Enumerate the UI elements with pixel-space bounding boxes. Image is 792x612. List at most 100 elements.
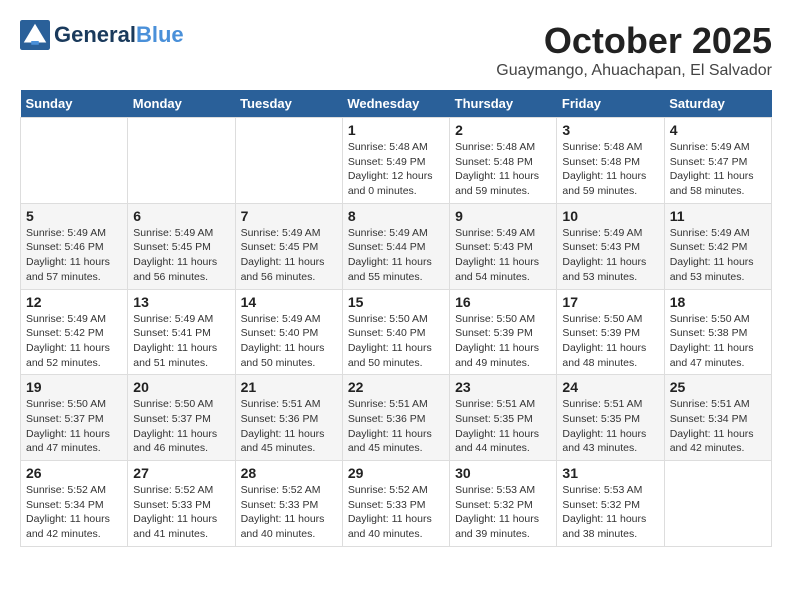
day-number: 8 (348, 208, 444, 224)
day-info: Sunrise: 5:49 AM Sunset: 5:43 PM Dayligh… (562, 226, 658, 285)
day-number: 1 (348, 122, 444, 138)
logo-icon (20, 20, 50, 50)
title-block: October 2025 Guaymango, Ahuachapan, El S… (496, 20, 772, 80)
day-info: Sunrise: 5:51 AM Sunset: 5:36 PM Dayligh… (348, 397, 444, 456)
day-info: Sunrise: 5:49 AM Sunset: 5:41 PM Dayligh… (133, 312, 229, 371)
calendar-cell: 22 Sunrise: 5:51 AM Sunset: 5:36 PM Dayli… (342, 375, 449, 461)
day-number: 13 (133, 294, 229, 310)
page-header: GeneralBlue October 2025 Guaymango, Ahua… (20, 20, 772, 80)
day-info: Sunrise: 5:49 AM Sunset: 5:47 PM Dayligh… (670, 140, 766, 199)
calendar-week-2: 5 Sunrise: 5:49 AM Sunset: 5:46 PM Daylig… (21, 203, 772, 289)
calendar-cell (21, 118, 128, 204)
calendar-cell: 12 Sunrise: 5:49 AM Sunset: 5:42 PM Dayli… (21, 289, 128, 375)
day-number: 6 (133, 208, 229, 224)
day-number: 26 (26, 465, 122, 481)
weekday-header-friday: Friday (557, 90, 664, 118)
calendar-cell: 28 Sunrise: 5:52 AM Sunset: 5:33 PM Dayli… (235, 461, 342, 547)
day-number: 14 (241, 294, 337, 310)
day-info: Sunrise: 5:50 AM Sunset: 5:38 PM Dayligh… (670, 312, 766, 371)
calendar-cell: 7 Sunrise: 5:49 AM Sunset: 5:45 PM Daylig… (235, 203, 342, 289)
calendar-cell: 23 Sunrise: 5:51 AM Sunset: 5:35 PM Dayli… (450, 375, 557, 461)
day-info: Sunrise: 5:49 AM Sunset: 5:45 PM Dayligh… (133, 226, 229, 285)
calendar-cell: 27 Sunrise: 5:52 AM Sunset: 5:33 PM Dayli… (128, 461, 235, 547)
day-number: 16 (455, 294, 551, 310)
day-number: 12 (26, 294, 122, 310)
calendar-cell: 9 Sunrise: 5:49 AM Sunset: 5:43 PM Daylig… (450, 203, 557, 289)
weekday-header-sunday: Sunday (21, 90, 128, 118)
day-info: Sunrise: 5:50 AM Sunset: 5:39 PM Dayligh… (562, 312, 658, 371)
day-number: 15 (348, 294, 444, 310)
day-number: 11 (670, 208, 766, 224)
weekday-header-tuesday: Tuesday (235, 90, 342, 118)
day-info: Sunrise: 5:49 AM Sunset: 5:45 PM Dayligh… (241, 226, 337, 285)
calendar-cell: 21Sunrise: 5:51 AM Sunset: 5:36 PM Dayli… (235, 375, 342, 461)
day-info: Sunrise: 5:49 AM Sunset: 5:42 PM Dayligh… (26, 312, 122, 371)
day-number: 9 (455, 208, 551, 224)
calendar-cell (235, 118, 342, 204)
calendar-week-4: 19 Sunrise: 5:50 AM Sunset: 5:37 PM Dayli… (21, 375, 772, 461)
day-number: 25 (670, 379, 766, 395)
day-info: Sunrise: 5:51 AM Sunset: 5:36 PM Dayligh… (241, 397, 337, 456)
logo: GeneralBlue (20, 20, 184, 50)
calendar-cell: 17 Sunrise: 5:50 AM Sunset: 5:39 PM Dayli… (557, 289, 664, 375)
day-number: 27 (133, 465, 229, 481)
day-info: Sunrise: 5:52 AM Sunset: 5:33 PM Dayligh… (133, 483, 229, 542)
day-number: 24 (562, 379, 658, 395)
day-number: 5 (26, 208, 122, 224)
day-info: Sunrise: 5:50 AM Sunset: 5:39 PM Dayligh… (455, 312, 551, 371)
day-info: Sunrise: 5:52 AM Sunset: 5:33 PM Dayligh… (241, 483, 337, 542)
day-number: 23 (455, 379, 551, 395)
day-number: 31 (562, 465, 658, 481)
day-info: Sunrise: 5:53 AM Sunset: 5:32 PM Dayligh… (562, 483, 658, 542)
weekday-header-monday: Monday (128, 90, 235, 118)
day-number: 18 (670, 294, 766, 310)
day-number: 10 (562, 208, 658, 224)
day-number: 7 (241, 208, 337, 224)
calendar-cell: 15 Sunrise: 5:50 AM Sunset: 5:40 PM Dayli… (342, 289, 449, 375)
day-info: Sunrise: 5:50 AM Sunset: 5:40 PM Dayligh… (348, 312, 444, 371)
calendar-cell: 6 Sunrise: 5:49 AM Sunset: 5:45 PM Daylig… (128, 203, 235, 289)
day-info: Sunrise: 5:52 AM Sunset: 5:34 PM Dayligh… (26, 483, 122, 542)
calendar-cell: 14 Sunrise: 5:49 AM Sunset: 5:40 PM Dayli… (235, 289, 342, 375)
day-info: Sunrise: 5:49 AM Sunset: 5:43 PM Dayligh… (455, 226, 551, 285)
day-info: Sunrise: 5:49 AM Sunset: 5:40 PM Dayligh… (241, 312, 337, 371)
calendar-cell: 4Sunrise: 5:49 AM Sunset: 5:47 PM Daylig… (664, 118, 771, 204)
calendar-cell: 25 Sunrise: 5:51 AM Sunset: 5:34 PM Dayli… (664, 375, 771, 461)
calendar-cell: 5 Sunrise: 5:49 AM Sunset: 5:46 PM Daylig… (21, 203, 128, 289)
weekday-header-wednesday: Wednesday (342, 90, 449, 118)
calendar-cell: 19 Sunrise: 5:50 AM Sunset: 5:37 PM Dayli… (21, 375, 128, 461)
weekday-row: SundayMondayTuesdayWednesdayThursdayFrid… (21, 90, 772, 118)
calendar-cell (664, 461, 771, 547)
calendar-table: SundayMondayTuesdayWednesdayThursdayFrid… (20, 90, 772, 547)
calendar-cell: 31 Sunrise: 5:53 AM Sunset: 5:32 PM Dayli… (557, 461, 664, 547)
day-info: Sunrise: 5:49 AM Sunset: 5:42 PM Dayligh… (670, 226, 766, 285)
day-info: Sunrise: 5:52 AM Sunset: 5:33 PM Dayligh… (348, 483, 444, 542)
day-info: Sunrise: 5:50 AM Sunset: 5:37 PM Dayligh… (26, 397, 122, 456)
day-info: Sunrise: 5:53 AM Sunset: 5:32 PM Dayligh… (455, 483, 551, 542)
day-info: Sunrise: 5:51 AM Sunset: 5:34 PM Dayligh… (670, 397, 766, 456)
weekday-header-saturday: Saturday (664, 90, 771, 118)
weekday-header-thursday: Thursday (450, 90, 557, 118)
day-number: 17 (562, 294, 658, 310)
day-info: Sunrise: 5:49 AM Sunset: 5:46 PM Dayligh… (26, 226, 122, 285)
calendar-cell: 20 Sunrise: 5:50 AM Sunset: 5:37 PM Dayli… (128, 375, 235, 461)
day-info: Sunrise: 5:51 AM Sunset: 5:35 PM Dayligh… (455, 397, 551, 456)
calendar-cell: 8Sunrise: 5:49 AM Sunset: 5:44 PM Daylig… (342, 203, 449, 289)
calendar-cell (128, 118, 235, 204)
logo-text: GeneralBlue (54, 23, 184, 47)
day-number: 20 (133, 379, 229, 395)
calendar-cell: 18 Sunrise: 5:50 AM Sunset: 5:38 PM Dayli… (664, 289, 771, 375)
day-info: Sunrise: 5:51 AM Sunset: 5:35 PM Dayligh… (562, 397, 658, 456)
day-info: Sunrise: 5:50 AM Sunset: 5:37 PM Dayligh… (133, 397, 229, 456)
calendar-cell: 30 Sunrise: 5:53 AM Sunset: 5:32 PM Dayli… (450, 461, 557, 547)
day-number: 30 (455, 465, 551, 481)
day-number: 28 (241, 465, 337, 481)
calendar-cell: 24 Sunrise: 5:51 AM Sunset: 5:35 PM Dayli… (557, 375, 664, 461)
day-number: 19 (26, 379, 122, 395)
day-number: 22 (348, 379, 444, 395)
calendar-week-3: 12 Sunrise: 5:49 AM Sunset: 5:42 PM Dayli… (21, 289, 772, 375)
day-info: Sunrise: 5:48 AM Sunset: 5:49 PM Dayligh… (348, 140, 444, 199)
calendar-cell: 16 Sunrise: 5:50 AM Sunset: 5:39 PM Dayli… (450, 289, 557, 375)
month-title: October 2025 (496, 20, 772, 62)
calendar-body: 1 Sunrise: 5:48 AM Sunset: 5:49 PM Daylig… (21, 118, 772, 547)
